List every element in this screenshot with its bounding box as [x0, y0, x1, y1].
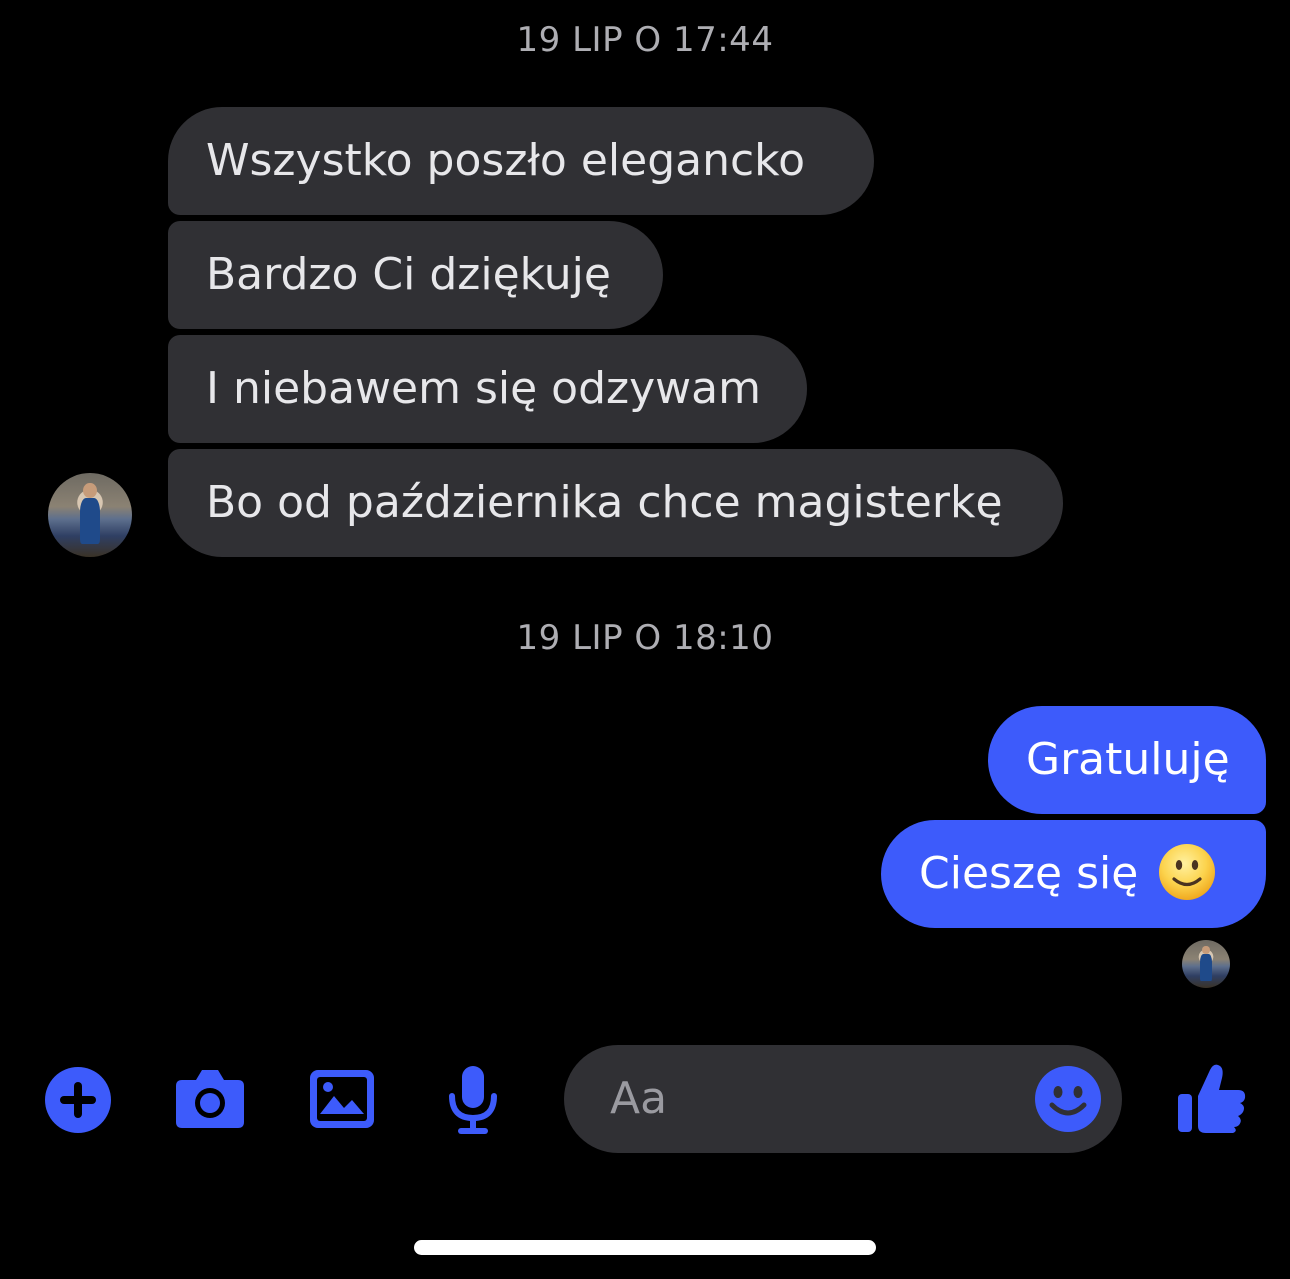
incoming-message[interactable]: Bo od października chce magisterkę	[168, 449, 1063, 557]
thumbs-up-icon[interactable]	[1176, 1060, 1248, 1134]
avatar-figure	[79, 498, 101, 545]
avatar-head	[83, 483, 97, 499]
incoming-message[interactable]: Wszystko poszło elegancko	[168, 107, 874, 215]
message-text: Cieszę się	[919, 848, 1139, 899]
avatar-head	[1202, 945, 1210, 955]
message-text: Gratuluję	[1026, 734, 1230, 785]
read-receipt-avatar	[1182, 940, 1230, 988]
outgoing-message[interactable]: Gratuluję	[988, 706, 1266, 814]
message-input[interactable]	[610, 1045, 1010, 1153]
outgoing-message[interactable]: Cieszę się	[881, 820, 1266, 928]
message-composer[interactable]	[564, 1045, 1122, 1153]
message-text: I niebawem się odzywam	[206, 363, 761, 414]
incoming-message[interactable]: Bardzo Ci dziękuję	[168, 221, 663, 329]
microphone-icon[interactable]	[444, 1064, 502, 1136]
message-text: Bo od października chce magisterkę	[206, 477, 1003, 528]
sender-avatar[interactable]	[48, 473, 132, 557]
avatar-figure	[1200, 954, 1212, 981]
home-indicator[interactable]	[414, 1240, 876, 1255]
camera-icon[interactable]	[174, 1066, 246, 1130]
message-text: Bardzo Ci dziękuję	[206, 249, 611, 300]
message-text: Wszystko poszło elegancko	[206, 135, 806, 186]
timestamp: 19 LIP O 17:44	[516, 20, 774, 60]
smiley-icon[interactable]	[1034, 1065, 1102, 1133]
plus-circle-icon[interactable]	[44, 1066, 112, 1134]
slightly-smiling-face-emoji	[1159, 844, 1216, 900]
incoming-message[interactable]: I niebawem się odzywam	[168, 335, 807, 443]
photo-icon[interactable]	[308, 1068, 376, 1130]
timestamp: 19 LIP O 18:10	[516, 618, 774, 658]
